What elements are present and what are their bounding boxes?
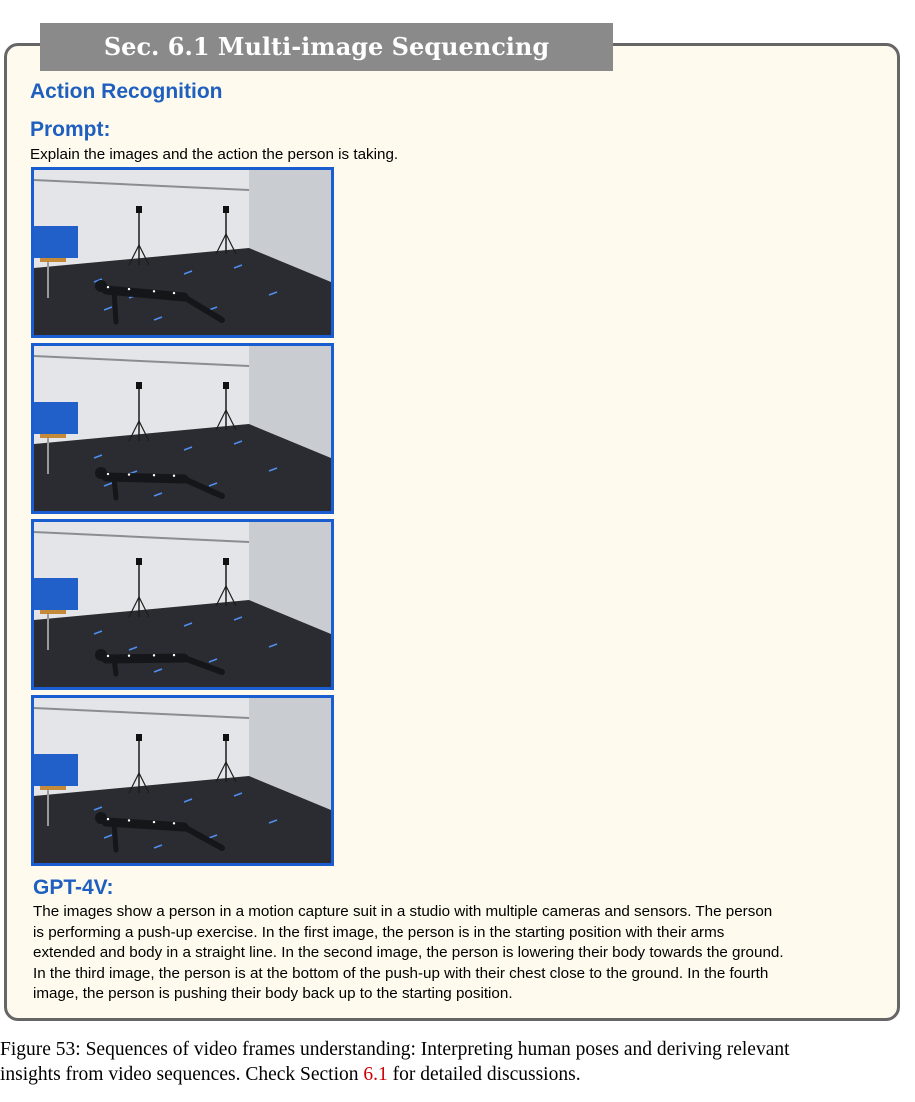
section-banner: Sec. 6.1 Multi-image Sequencing xyxy=(40,23,613,71)
monitor-screen xyxy=(34,226,78,258)
camera-icon xyxy=(223,734,229,741)
camera-icon xyxy=(136,382,142,389)
figure-caption: Figure 53: Sequences of video frames und… xyxy=(0,1037,912,1087)
caption-text: for detailed discussions. xyxy=(387,1064,581,1085)
response-line: extended and body in a straight line. In… xyxy=(33,944,784,961)
response-text: The images show a person in a motion cap… xyxy=(33,902,893,1005)
section-title: Action Recognition xyxy=(30,80,223,103)
monitor-screen xyxy=(34,578,78,610)
monitor-desk xyxy=(40,786,66,790)
video-frame-4 xyxy=(31,695,334,866)
mocap-marker xyxy=(172,291,176,295)
mocap-marker xyxy=(127,819,131,822)
monitor-desk xyxy=(40,434,66,438)
section-reference-link[interactable]: 6.1 xyxy=(363,1064,387,1085)
response-label: GPT-4V: xyxy=(33,876,114,899)
person-arm xyxy=(111,287,119,325)
mocap-marker xyxy=(152,654,156,657)
person-torso xyxy=(101,472,189,484)
mocap-marker xyxy=(106,285,110,289)
monitor-screen xyxy=(34,754,78,786)
mocap-marker xyxy=(152,290,156,293)
camera-icon xyxy=(136,558,142,565)
monitor-screen xyxy=(34,402,78,434)
caption-line-2: insights from video sequences. Check Sec… xyxy=(0,1062,912,1087)
monitor-desk xyxy=(40,610,66,614)
camera-icon xyxy=(136,206,142,213)
person-arm xyxy=(111,819,119,853)
video-frame-1 xyxy=(31,167,334,338)
studio-scene xyxy=(34,698,331,863)
prompt-label: Prompt: xyxy=(30,118,111,141)
person-arm xyxy=(111,656,119,677)
mocap-marker xyxy=(172,822,176,825)
caption-text: insights from video sequences. Check Sec… xyxy=(0,1064,364,1085)
mocap-marker xyxy=(106,817,110,821)
studio-scene xyxy=(34,346,331,511)
person-torso xyxy=(101,817,189,832)
monitor-desk xyxy=(40,258,66,262)
camera-icon xyxy=(223,558,229,565)
mocap-marker xyxy=(172,474,176,477)
video-frame-2 xyxy=(31,343,334,514)
person-arm xyxy=(111,474,119,501)
camera-icon xyxy=(223,206,229,213)
mocap-marker xyxy=(106,472,110,476)
camera-icon xyxy=(136,734,142,741)
prompt-text: Explain the images and the action the pe… xyxy=(30,146,399,163)
mocap-marker xyxy=(152,820,156,824)
mocap-marker xyxy=(127,473,131,476)
person-torso xyxy=(101,653,189,664)
caption-line-1: Figure 53: Sequences of video frames und… xyxy=(0,1039,790,1060)
mocap-marker xyxy=(152,474,156,477)
response-line: In the third image, the person is at the… xyxy=(33,964,769,982)
video-frame-3 xyxy=(31,519,334,690)
response-line: image, the person is pushing their body … xyxy=(33,985,513,1002)
camera-icon xyxy=(223,382,229,389)
mocap-marker xyxy=(127,654,131,657)
studio-scene xyxy=(34,170,331,335)
mocap-marker xyxy=(106,654,110,658)
response-line: is performing a push-up exercise. In the… xyxy=(33,923,725,941)
studio-scene xyxy=(34,522,331,687)
mocap-marker xyxy=(127,287,131,291)
response-line: The images show a person in a motion cap… xyxy=(33,903,773,920)
mocap-marker xyxy=(172,653,176,657)
